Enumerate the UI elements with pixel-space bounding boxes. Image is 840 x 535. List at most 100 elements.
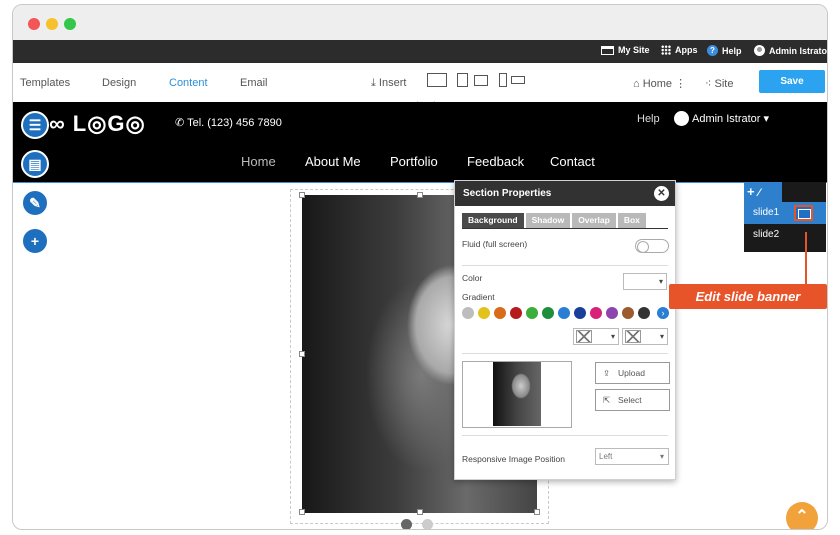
home-label: Home: [642, 78, 673, 90]
scroll-to-top-button[interactable]: ⌃: [786, 502, 818, 529]
insert-button[interactable]: ⤓ Insert: [371, 77, 406, 90]
maximize-window-button[interactable]: [64, 18, 76, 30]
resize-handle[interactable]: [417, 509, 423, 515]
responsive-position-select[interactable]: Left ▾: [595, 448, 669, 465]
minimize-window-button[interactable]: [46, 18, 58, 30]
home-page-selector[interactable]: ⌂ Home ⋮: [633, 77, 686, 90]
resize-handle[interactable]: [299, 351, 305, 357]
help-icon: ?: [707, 45, 718, 56]
tab-box[interactable]: Box: [617, 213, 646, 228]
gradient-swatch[interactable]: [558, 307, 570, 319]
resize-handle[interactable]: [299, 509, 305, 515]
my-site-link[interactable]: My Site: [601, 45, 650, 55]
chevron-right-icon[interactable]: ›: [657, 307, 669, 319]
upload-icon: ⇪: [603, 368, 611, 378]
menu-templates[interactable]: Templates: [20, 77, 70, 89]
add-slide-icon[interactable]: +: [747, 184, 755, 199]
nav-home[interactable]: Home: [241, 154, 276, 169]
desktop-view-icon[interactable]: [427, 73, 447, 87]
gradient-label: Gradient: [462, 292, 495, 302]
apps-link[interactable]: Apps: [661, 45, 698, 55]
gradient-swatch[interactable]: [590, 307, 602, 319]
select-label: Select: [618, 395, 642, 405]
resize-handle[interactable]: [299, 192, 305, 198]
site-admin-label: Admin Istrator: [692, 112, 761, 125]
callout-pointer: [805, 232, 807, 284]
no-gradient-icon: [625, 330, 641, 343]
tab-divider: [462, 228, 668, 229]
nav-portfolio[interactable]: Portfolio: [390, 154, 438, 169]
slide-item[interactable]: slide2: [744, 224, 826, 246]
editor-menubar: Templates Design Content Email ⤓ Insert …: [13, 63, 827, 107]
gradient-swatch[interactable]: [606, 307, 618, 319]
gradient-swatch[interactable]: [574, 307, 586, 319]
gradient-start-select[interactable]: ▾: [573, 328, 619, 345]
menu-email[interactable]: Email: [240, 77, 268, 89]
site-label: Site: [714, 78, 734, 90]
mobile-landscape-icon[interactable]: [511, 76, 525, 84]
select-button[interactable]: ⇱ Select: [595, 389, 670, 411]
gradient-swatch[interactable]: [542, 307, 554, 319]
pages-tool-button[interactable]: ☰: [21, 111, 49, 139]
tablet-landscape-icon[interactable]: [474, 75, 488, 86]
gradient-swatch[interactable]: [622, 307, 634, 319]
gradient-end-select[interactable]: ▾: [622, 328, 668, 345]
resize-handle[interactable]: [417, 192, 423, 198]
site-menu[interactable]: ⁖ Site: [705, 77, 733, 90]
fluid-toggle[interactable]: [635, 239, 669, 253]
phone-icon: ✆: [175, 117, 188, 129]
background-thumbnail: [493, 362, 541, 426]
gradient-swatch[interactable]: [526, 307, 538, 319]
slide-label: slide2: [753, 229, 780, 240]
nav-about-me[interactable]: About Me: [305, 154, 361, 169]
divider: [462, 435, 668, 436]
tablet-view-icon[interactable]: [457, 73, 468, 87]
site-header: ∞ L◎G◎ ✆ Tel. (123) 456 7890 Help Admin …: [13, 102, 827, 182]
gradient-swatch[interactable]: [462, 307, 474, 319]
site-help-link[interactable]: Help: [637, 113, 660, 125]
slides-toolbar: + ⁄: [744, 182, 782, 202]
edit-image-icon[interactable]: [794, 205, 813, 221]
site-admin-menu[interactable]: Admin Istrator ▾: [674, 111, 769, 126]
color-select[interactable]: ▾: [623, 273, 667, 290]
fluid-label: Fluid (full screen): [462, 239, 528, 249]
menu-content[interactable]: Content: [169, 77, 208, 89]
apps-label: Apps: [675, 45, 698, 55]
upload-button[interactable]: ⇪ Upload: [595, 362, 670, 384]
add-tool-button[interactable]: +: [21, 227, 49, 255]
slide-item[interactable]: slide1: [744, 202, 826, 224]
close-window-button[interactable]: [28, 18, 40, 30]
slide-dot[interactable]: [422, 519, 433, 529]
save-button[interactable]: Save: [759, 70, 825, 93]
admin-user-menu[interactable]: Admin Istrator: [754, 45, 827, 56]
menu-design[interactable]: Design: [102, 77, 136, 89]
browser-icon: [601, 45, 614, 55]
edit-tool-button[interactable]: ✎: [21, 189, 49, 217]
slide-dot-active[interactable]: [401, 519, 412, 529]
gradient-swatch[interactable]: [478, 307, 490, 319]
download-icon: ⤓: [371, 77, 379, 89]
slides-panel: + ⁄ slide1 slide2: [744, 182, 826, 252]
nav-contact[interactable]: Contact: [550, 154, 595, 169]
tab-background[interactable]: Background: [462, 213, 524, 228]
resize-handle[interactable]: [534, 509, 540, 515]
responsive-position-label: Responsive Image Position: [462, 454, 566, 464]
gradient-swatch[interactable]: [638, 307, 650, 319]
my-site-label: My Site: [618, 45, 650, 55]
magic-wand-icon[interactable]: ⁄: [758, 187, 760, 199]
admin-topbar: My Site Apps ? Help Admin Istrator: [13, 40, 827, 63]
close-icon[interactable]: ✕: [654, 186, 669, 201]
tab-overlap[interactable]: Overlap: [572, 213, 616, 228]
nav-feedback[interactable]: Feedback: [467, 154, 524, 169]
help-link[interactable]: ? Help: [707, 45, 742, 56]
tab-shadow[interactable]: Shadow: [525, 213, 571, 228]
layout-tool-button[interactable]: ▤: [21, 150, 49, 178]
slide-label: slide1: [753, 207, 780, 218]
home-icon: ⌂: [633, 78, 643, 90]
mobile-view-icon[interactable]: [499, 73, 507, 87]
gradient-swatch[interactable]: [494, 307, 506, 319]
divider: [462, 353, 668, 354]
avatar: [674, 111, 689, 126]
gradient-swatch[interactable]: [510, 307, 522, 319]
more-icon: ⋮: [672, 78, 687, 90]
